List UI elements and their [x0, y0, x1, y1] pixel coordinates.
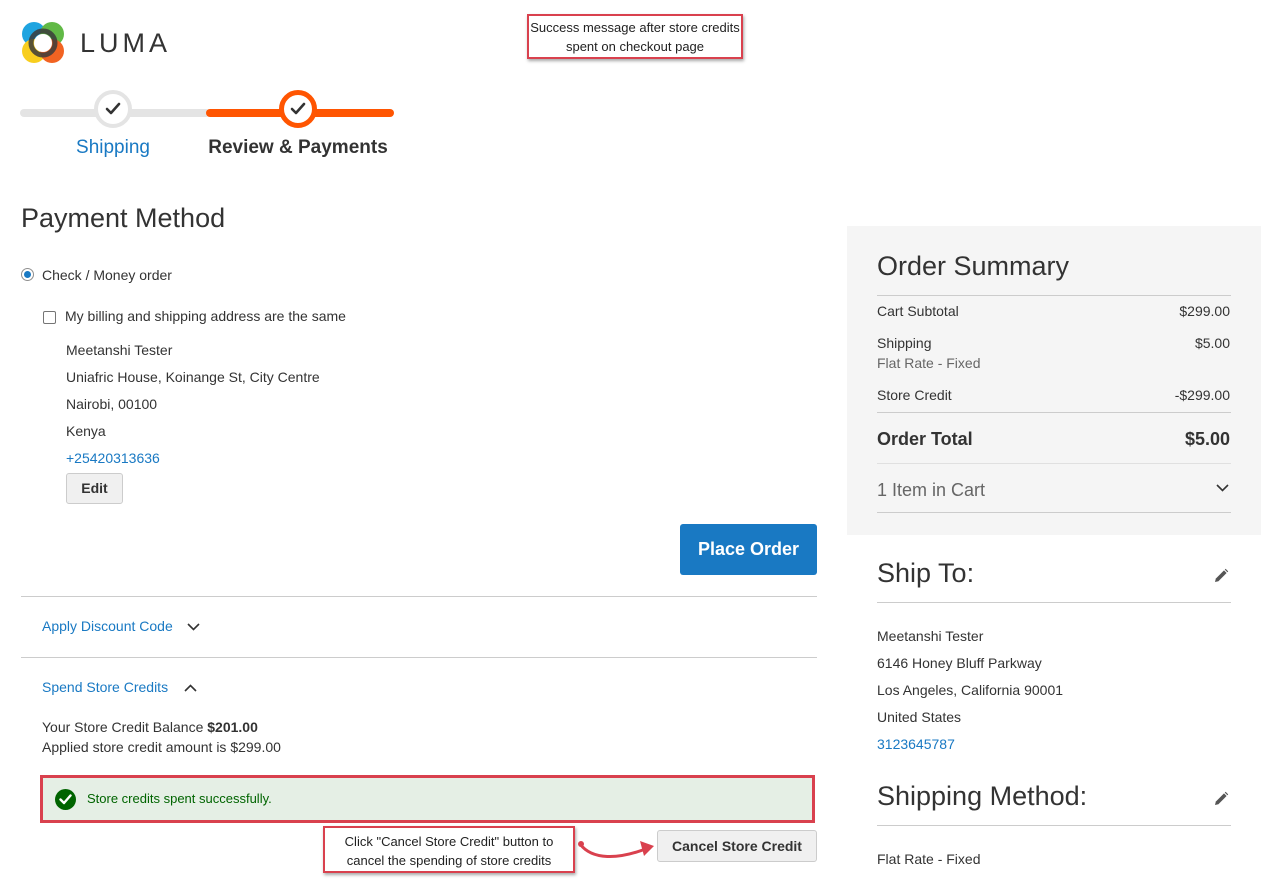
success-check-icon	[55, 789, 76, 810]
cancel-store-credit-button[interactable]: Cancel Store Credit	[657, 830, 817, 862]
shipping-method-divider	[877, 825, 1231, 826]
edit-pencil-icon[interactable]	[1213, 568, 1229, 584]
billing-country: Kenya	[66, 423, 106, 439]
annotation-arrow-icon	[578, 841, 654, 859]
success-message-text: Store credits spent successfully.	[87, 791, 272, 806]
same-address-label[interactable]: My billing and shipping address are the …	[65, 308, 346, 324]
annotation-cancel-callout: Click "Cancel Store Credit" button to ca…	[323, 826, 575, 873]
edit-address-button[interactable]: Edit	[66, 473, 123, 504]
ship-to-city: Los Angeles, California 90001	[877, 682, 1064, 698]
step-shipping-marker	[94, 90, 132, 128]
billing-city: Nairobi, 00100	[66, 396, 158, 412]
summary-divider	[877, 512, 1231, 513]
applied-credit-text: Applied store credit amount is $299.00	[42, 739, 281, 755]
chevron-down-icon	[187, 623, 200, 631]
payment-method-label[interactable]: Check / Money order	[42, 267, 172, 283]
shipping-value: $5.00	[1194, 335, 1230, 351]
order-summary-title: Order Summary	[877, 251, 1070, 281]
ship-to-title: Ship To:	[877, 558, 975, 588]
billing-phone-link[interactable]: +25420313636	[66, 450, 160, 466]
ship-to-street: 6146 Honey Bluff Parkway	[877, 655, 1042, 671]
spend-store-credits-toggle[interactable]: Spend Store Credits	[42, 679, 197, 695]
subtotal-value: $299.00	[1179, 303, 1230, 319]
shipping-method-sub: Flat Rate - Fixed	[877, 355, 981, 371]
section-divider	[21, 657, 817, 658]
order-total-label: Order Total	[877, 429, 973, 449]
checkmark-icon	[105, 102, 121, 115]
order-total-value: $5.00	[1184, 429, 1230, 449]
billing-name: Meetanshi Tester	[66, 342, 173, 358]
step-shipping-link[interactable]: Shipping	[60, 137, 166, 159]
apply-discount-toggle[interactable]: Apply Discount Code	[42, 618, 200, 634]
summary-divider	[877, 295, 1231, 296]
ship-to-name: Meetanshi Tester	[877, 628, 984, 644]
section-divider	[21, 596, 817, 597]
balance-value: $201.00	[207, 719, 258, 735]
items-in-cart-toggle[interactable]: 1 Item in Cart	[877, 480, 985, 501]
shipping-method-title: Shipping Method:	[877, 781, 1088, 811]
checkmark-icon	[290, 102, 306, 115]
same-address-checkbox[interactable]	[43, 311, 56, 324]
payment-method-title: Payment Method	[21, 203, 226, 233]
store-credit-balance: Your Store Credit Balance $201.00	[42, 719, 258, 735]
edit-pencil-icon[interactable]	[1213, 791, 1229, 807]
summary-divider	[877, 463, 1231, 464]
luma-logo-icon	[22, 22, 64, 63]
ship-to-phone-link[interactable]: 3123645787	[877, 736, 955, 752]
chevron-up-icon	[184, 684, 197, 692]
ship-to-divider	[877, 602, 1231, 603]
chevron-down-icon[interactable]	[1216, 484, 1229, 492]
apply-discount-label: Apply Discount Code	[42, 618, 173, 634]
subtotal-label: Cart Subtotal	[877, 303, 959, 319]
place-order-button[interactable]: Place Order	[680, 524, 817, 575]
annotation-success-callout: Success message after store credits spen…	[527, 14, 743, 59]
step-review-label: Review & Payments	[208, 137, 388, 158]
logo-wordmark: LUMA	[80, 28, 172, 58]
billing-street: Uniafric House, Koinange St, City Centre	[66, 369, 320, 385]
step-review-marker	[279, 90, 317, 128]
summary-divider	[877, 412, 1231, 413]
shipping-label: Shipping	[877, 335, 932, 351]
store-credit-value: -$299.00	[1174, 387, 1230, 403]
balance-label: Your Store Credit Balance	[42, 719, 204, 735]
ship-to-country: United States	[877, 709, 962, 725]
payment-method-radio[interactable]	[21, 268, 34, 281]
store-credit-label: Store Credit	[877, 387, 952, 403]
spend-store-credits-label: Spend Store Credits	[42, 679, 169, 695]
shipping-method-value: Flat Rate - Fixed	[877, 851, 981, 867]
